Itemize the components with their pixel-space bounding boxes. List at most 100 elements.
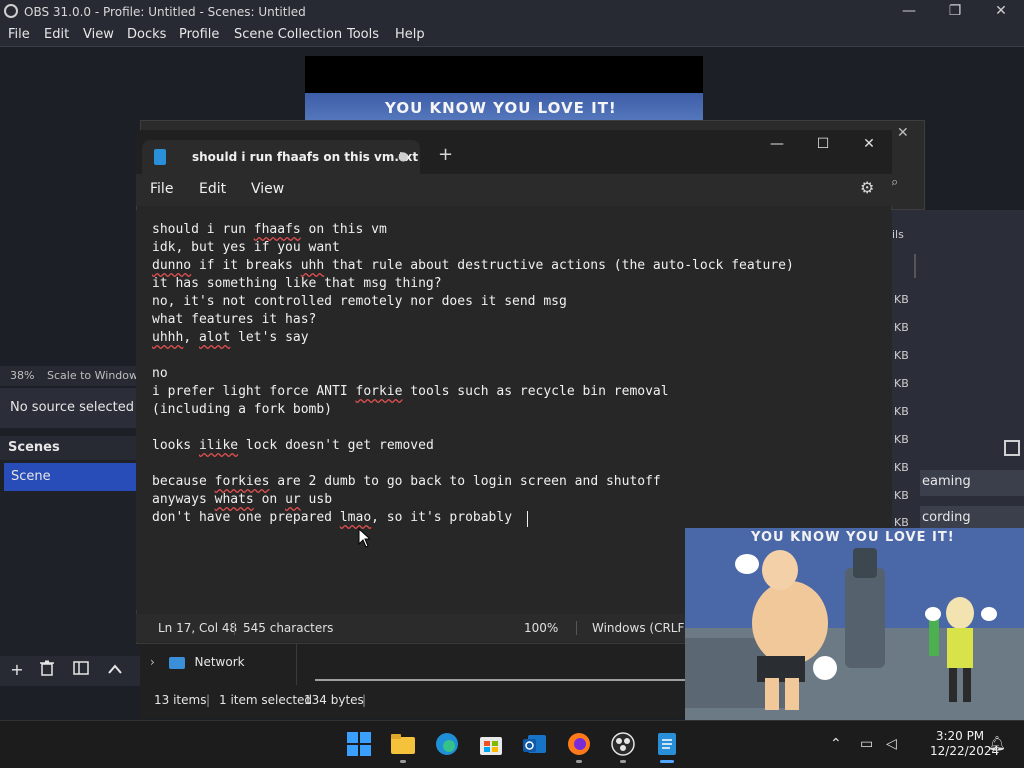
text-caret (527, 511, 528, 527)
obs-preview-canvas[interactable]: YOU KNOW YOU LOVE IT! (305, 56, 703, 126)
status-separator (576, 621, 577, 635)
text-line: idk, but yes if you want (152, 240, 340, 255)
network-icon (168, 656, 185, 669)
obs-window-title: OBS 31.0.0 - Profile: Untitled - Scenes:… (24, 5, 306, 19)
status-separator: | (206, 693, 211, 707)
text-line: no, it's not controlled remotely nor doe… (152, 294, 567, 309)
scale-mode[interactable]: Scale to Window (47, 369, 138, 382)
obs-menu-tools[interactable]: Tools (347, 27, 379, 42)
volume-muted-icon[interactable]: ◁ (886, 736, 897, 752)
chevron-up-icon[interactable]: ⌃ (830, 736, 842, 752)
edge-browser-icon[interactable] (434, 731, 460, 757)
settings-gear-icon[interactable]: ⚙ (860, 178, 878, 197)
nav-item-network[interactable]: › Network (150, 655, 245, 669)
details-label-fragment: ils (892, 228, 904, 241)
status-separator: | (362, 693, 367, 707)
obs-menu-edit[interactable]: Edit (44, 27, 69, 42)
cursor-position: Ln 17, Col 48 (158, 621, 238, 635)
notepad-tab[interactable]: should i run fhaafs on this vm.txt ● (142, 140, 420, 174)
zoom-level[interactable]: 100% (524, 621, 558, 635)
windows-start-icon[interactable] (346, 731, 372, 757)
maximize-icon[interactable]: ❐ (932, 0, 978, 24)
minimize-icon[interactable]: — (886, 0, 932, 24)
mouse-pointer-icon (358, 528, 370, 548)
file-size: KB (894, 293, 909, 306)
text-line: dunno if it breaks uhh that rule about d… (152, 258, 794, 273)
obs-scale-bar: 38% Scale to Window (0, 366, 140, 386)
network-status-icon[interactable]: ▭ (860, 736, 873, 752)
add-icon[interactable]: + (6, 660, 28, 682)
text-line: should i run fhaafs on this vm (152, 222, 387, 240)
chevron-up-icon[interactable] (104, 660, 126, 682)
close-icon[interactable]: ✕ (897, 125, 909, 141)
close-icon[interactable]: ✕ (978, 0, 1024, 24)
maximize-icon[interactable]: ☐ (800, 136, 846, 156)
clock-time: 3:20 PM (935, 729, 985, 743)
notepad-menu-edit[interactable]: Edit (199, 181, 226, 197)
file-size: KB (894, 321, 909, 334)
file-size: KB (894, 461, 909, 474)
running-indicator (400, 760, 406, 763)
start-streaming-button[interactable]: eaming (920, 470, 1024, 496)
search-icon[interactable]: ⌕ (891, 175, 898, 190)
obs-menu-scene-collection[interactable]: Scene Collection (234, 27, 342, 42)
text-line: it has something like that msg thing? (152, 276, 442, 291)
text-line: don't have one prepared lmao, so it's pr… (152, 510, 520, 525)
trash-icon[interactable] (36, 660, 58, 682)
text-line: i prefer light force ANTI forkie tools s… (152, 384, 669, 399)
obs-controls: eaming cording (920, 470, 1024, 532)
notepad-menubar: File Edit View (136, 174, 892, 206)
selected-size: 134 bytes (304, 693, 364, 707)
obs-menu-view[interactable]: View (83, 27, 114, 42)
text-line: (including a fork bomb) (152, 402, 333, 417)
horizontal-scrollbar[interactable] (315, 679, 685, 681)
file-explorer-icon[interactable] (390, 731, 416, 757)
file-size: KB (894, 489, 909, 502)
scenes-title: Scenes (8, 440, 60, 455)
firefox-icon[interactable] (566, 731, 592, 757)
notepad-app-icon[interactable] (654, 731, 680, 757)
store-icon[interactable] (478, 731, 504, 757)
minimize-icon[interactable]: — (754, 136, 800, 156)
text-line: what features it has? (152, 312, 317, 327)
unsaved-dot-icon[interactable]: ● (398, 149, 408, 163)
scenes-dock-header: Scenes (0, 436, 140, 460)
character-count: 545 characters (243, 621, 334, 635)
text-line: no (152, 366, 168, 381)
no-source-label: No source selected (10, 400, 134, 415)
text-line-part: should i run fhaafs on this vm (152, 222, 387, 237)
obs-menu-profile[interactable]: Profile (179, 27, 219, 42)
text-line: anyways whats on ur usb (152, 492, 333, 507)
file-size: KB (894, 433, 909, 446)
filter-icon[interactable] (70, 660, 92, 682)
chevron-right-icon[interactable]: › (150, 655, 155, 669)
tray-clock[interactable]: 3:20 PM 12/22/2024 (930, 729, 1000, 759)
new-tab-icon[interactable]: + (438, 144, 456, 166)
tab-title: should i run fhaafs on this vm.txt (192, 150, 419, 164)
active-indicator (660, 760, 674, 763)
scene-list-item[interactable]: Scene (4, 463, 140, 491)
status-separator (234, 621, 235, 635)
obs-studio-icon[interactable] (610, 731, 636, 757)
outlook-icon[interactable] (522, 731, 548, 757)
close-icon[interactable]: ✕ (846, 136, 892, 156)
scene-item-label: Scene (11, 469, 51, 484)
dock-float-icon[interactable] (1004, 440, 1020, 456)
obs-menu-file[interactable]: File (8, 27, 30, 42)
text-line: uhhh, alot let's say (152, 330, 309, 345)
notification-bell-icon[interactable]: 🔔︎ (988, 736, 1006, 752)
preview-caption: YOU KNOW YOU LOVE IT! (385, 99, 617, 117)
notepad-menu-view[interactable]: View (251, 181, 284, 197)
cartoon-scene-illustration (685, 528, 1024, 720)
panel-scrollbar[interactable] (914, 254, 916, 278)
video-overlay[interactable]: YOU KNOW YOU LOVE IT! (685, 528, 1024, 720)
obs-menu-help[interactable]: Help (395, 27, 425, 42)
clock-date: 12/22/2024 (930, 744, 1000, 758)
notepad-menu-file[interactable]: File (150, 181, 173, 197)
running-indicator (620, 760, 626, 763)
obs-menu-docks[interactable]: Docks (127, 27, 166, 42)
line-ending[interactable]: Windows (CRLF) (592, 621, 689, 635)
obs-logo-icon (4, 4, 18, 18)
text-line: because forkies are 2 dumb to go back to… (152, 474, 661, 489)
source-toolbar: No source selected (0, 388, 140, 428)
